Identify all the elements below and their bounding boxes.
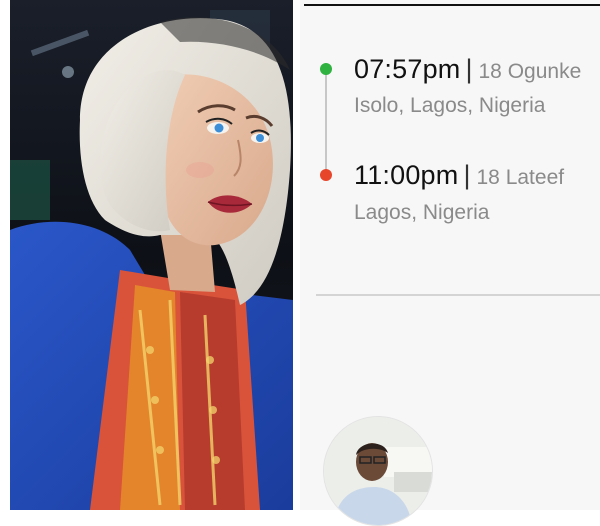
pickup-marker-icon: [320, 63, 332, 75]
trip-stop-list: 07:57pm | 18 Ogunke Isolo, Lagos, Nigeria …: [300, 0, 600, 260]
dropoff-separator: |: [463, 160, 471, 190]
dropoff-stop[interactable]: 11:00pm | 18 Lateef: [354, 160, 564, 191]
pickup-address-line1: 18 Ogunke: [478, 60, 582, 83]
pickup-stop[interactable]: 07:57pm | 18 Ogunke: [354, 54, 581, 85]
dropoff-address-line2: Lagos, Nigeria: [354, 201, 490, 224]
section-divider: [316, 294, 600, 296]
pickup-separator: |: [465, 54, 473, 84]
dropoff-address-line1: 18 Lateef: [476, 166, 565, 189]
pickup-address-line2: Isolo, Lagos, Nigeria: [354, 94, 546, 117]
driver-avatar-image: [324, 417, 432, 525]
dropoff-marker-icon: [320, 169, 332, 181]
passenger-photo-illustration: [10, 0, 293, 510]
pickup-time: 07:57pm: [354, 54, 461, 84]
dropoff-time: 11:00pm: [354, 160, 459, 190]
route-timeline-line: [325, 72, 327, 175]
passenger-photo: [10, 0, 293, 510]
